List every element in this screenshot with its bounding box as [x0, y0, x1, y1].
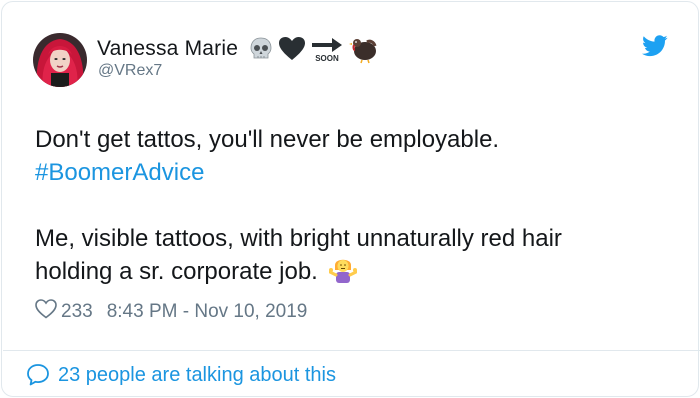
tweet-meta: 233 8:43 PM - Nov 10, 2019 — [35, 299, 307, 325]
skull-icon — [248, 36, 274, 62]
tweet-line-1: Don't get tattos, you'll never be employ… — [35, 126, 500, 153]
avatar[interactable] — [33, 33, 87, 87]
soon-label: SOON — [315, 54, 339, 63]
name-row: Vanessa Marie SOON — [97, 34, 378, 64]
tweet-line-3: holding a sr. corporate job. — [35, 258, 318, 285]
tweet-line-2: Me, visible tattoos, with bright unnatur… — [35, 225, 562, 252]
speech-bubble-icon — [27, 364, 49, 386]
twitter-bird-icon[interactable] — [642, 35, 668, 62]
black-heart-icon — [278, 36, 306, 62]
talking-link[interactable]: 23 people are talking about this — [26, 362, 336, 388]
talking-label[interactable]: 23 people are talking about this — [58, 364, 336, 387]
hashtag-link[interactable]: #BoomerAdvice — [35, 156, 675, 189]
name-emoji-strip: SOON — [248, 34, 378, 64]
user-handle[interactable]: @VRex7 — [98, 62, 162, 80]
heart-icon[interactable] — [35, 299, 57, 325]
tweet-card: Vanessa Marie SOON @VRex7 Don't get tatt… — [1, 1, 700, 397]
display-name[interactable]: Vanessa Marie — [97, 37, 238, 61]
tweet-timestamp[interactable]: 8:43 PM - Nov 10, 2019 — [107, 301, 308, 323]
turkey-icon — [348, 34, 378, 64]
soon-arrow-icon: SOON — [310, 35, 344, 63]
tweet-text: Don't get tattos, you'll never be employ… — [35, 123, 675, 292]
divider — [3, 350, 700, 351]
tweet-line-3-wrap: holding a sr. corporate job. — [35, 255, 675, 292]
person-shrugging-icon — [328, 255, 358, 292]
like-count[interactable]: 233 — [61, 301, 93, 323]
